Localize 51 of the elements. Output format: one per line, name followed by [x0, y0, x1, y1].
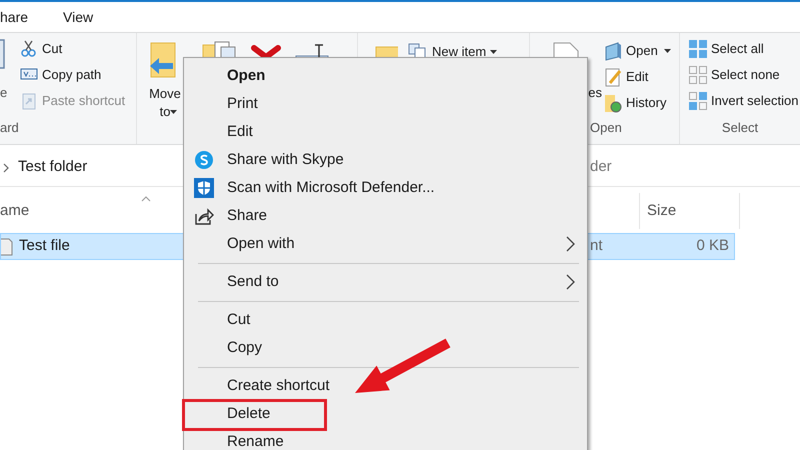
menu-item[interactable]: Share with Skype [184, 146, 587, 174]
shield-icon [194, 178, 214, 198]
ribbon-button[interactable]: Select none [688, 65, 798, 85]
ribbon-button[interactable]: Edit [603, 67, 671, 87]
group-label: Open [590, 119, 622, 137]
ribbon-button[interactable]: Cut [20, 39, 126, 59]
group-label: ard [0, 119, 19, 137]
caret-icon [490, 50, 498, 54]
file-type: nt [590, 236, 604, 256]
menu-item[interactable]: Rename [184, 428, 587, 450]
clipboard-icon [0, 39, 6, 69]
chevron-icon [565, 274, 575, 290]
group-label: Select [722, 119, 758, 137]
menu-item[interactable]: Copy [184, 334, 587, 362]
mixed-grid-icon [688, 91, 708, 111]
ribbon-tab[interactable]: hare [0, 2, 60, 32]
menu-item[interactable]: Print [184, 90, 587, 118]
book-icon [603, 41, 623, 61]
ribbon-button[interactable]: History [603, 93, 671, 113]
pencil-icon [603, 67, 623, 87]
menu-item[interactable]: Create shortcut [184, 372, 587, 400]
file-name: Test file [19, 236, 70, 256]
column-header[interactable]: ame [0, 200, 30, 222]
chevron-icon [565, 236, 575, 252]
x-mark-icon [251, 45, 281, 57]
menu-item[interactable]: Delete [184, 400, 587, 428]
menu-item[interactable]: Open [184, 62, 587, 90]
menu-item[interactable]: Scan with Microsoft Defender... [184, 174, 587, 202]
ribbon-button[interactable]: Open [603, 41, 671, 61]
ribbon-button[interactable]: Copy path [20, 65, 126, 85]
grid-icon [688, 39, 708, 59]
menu-item[interactable]: Send to [184, 268, 587, 296]
caret-icon [170, 110, 177, 114]
menu-item[interactable]: Share [184, 202, 587, 230]
empty-grid-icon [688, 65, 708, 85]
scissors-icon [20, 39, 38, 59]
ribbon-tab[interactable]: View [60, 2, 96, 32]
menu-item[interactable]: Edit [184, 118, 587, 146]
paste-button[interactable]: e [0, 33, 18, 118]
menu-item[interactable]: Open with [184, 230, 587, 258]
menu-item[interactable]: Cut [184, 306, 587, 334]
ribbon-button[interactable]: Select all [688, 39, 798, 59]
chat-s-icon [194, 150, 214, 170]
caret-icon [664, 49, 671, 53]
history-icon [603, 93, 623, 113]
file-icon [1, 238, 13, 256]
address-path: Test folder [18, 157, 88, 178]
share-icon [194, 206, 214, 226]
ribbon-button[interactable]: Invert selection [688, 91, 798, 111]
file-size: 0 KB [695, 236, 730, 256]
column-header[interactable]: Size [647, 200, 676, 222]
